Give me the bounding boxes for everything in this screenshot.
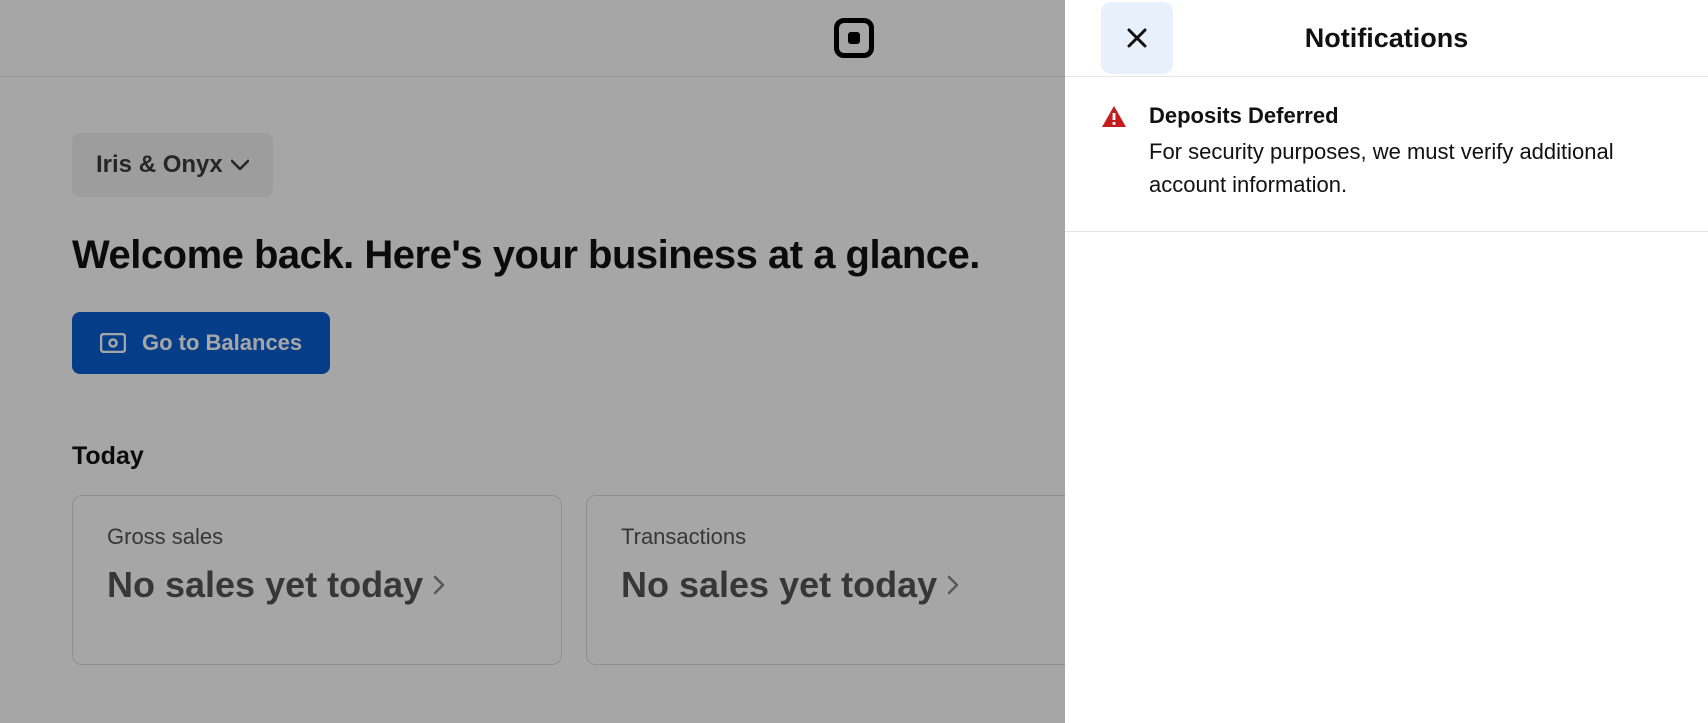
notification-title: Deposits Deferred [1149,103,1672,129]
notification-item[interactable]: Deposits Deferred For security purposes,… [1065,77,1708,232]
notifications-header: Notifications [1065,0,1708,77]
close-icon [1125,26,1149,50]
close-button[interactable] [1101,2,1173,74]
notifications-panel: Notifications Deposits Deferred For secu… [1065,0,1708,723]
alert-icon [1101,103,1127,201]
notification-text: For security purposes, we must verify ad… [1149,135,1672,201]
notification-body: Deposits Deferred For security purposes,… [1149,103,1672,201]
